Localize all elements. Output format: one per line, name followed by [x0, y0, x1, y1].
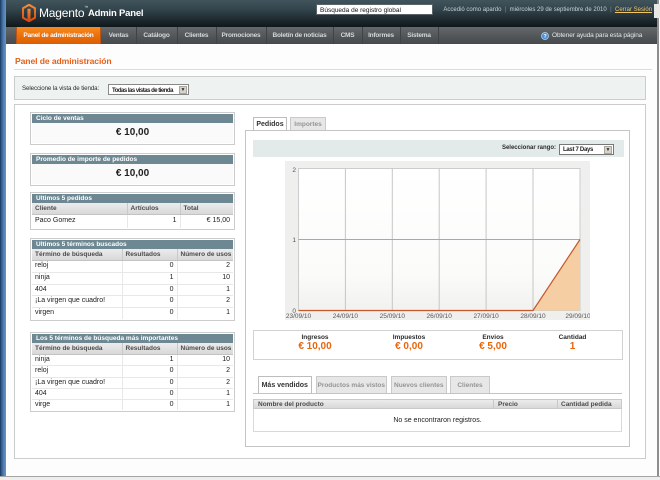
svg-text:24/09/10: 24/09/10: [333, 313, 359, 320]
svg-text:26/09/10: 26/09/10: [427, 313, 453, 320]
svg-text:25/09/10: 25/09/10: [380, 313, 406, 320]
svg-text:29/09/10: 29/09/10: [565, 313, 590, 320]
svg-text:2: 2: [292, 167, 296, 174]
svg-text:23/09/10: 23/09/10: [286, 313, 312, 320]
svg-text:27/09/10: 27/09/10: [473, 313, 499, 320]
svg-text:28/09/10: 28/09/10: [520, 313, 546, 320]
svg-text:1: 1: [292, 237, 296, 244]
